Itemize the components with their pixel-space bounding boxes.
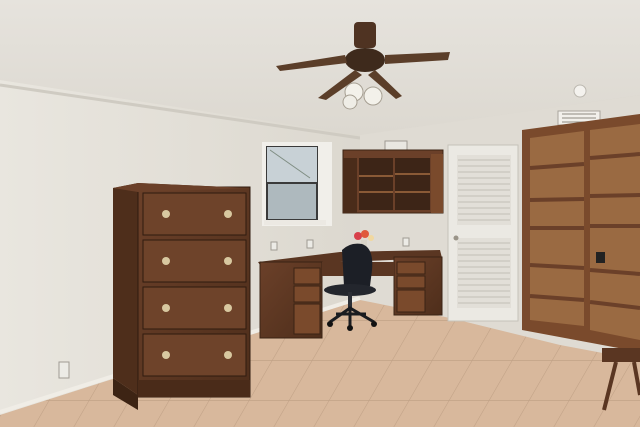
closet-door [447, 144, 519, 322]
wall-outlet [270, 241, 278, 251]
wall-outlet [58, 361, 70, 379]
dresser [113, 183, 251, 410]
window [262, 142, 332, 226]
wall-outlet [402, 237, 410, 247]
wall-outlet [306, 239, 314, 249]
bookshelf [522, 114, 640, 352]
wall-cabinet [342, 149, 444, 214]
smoke-detector [573, 84, 587, 98]
room-photo [0, 0, 640, 427]
